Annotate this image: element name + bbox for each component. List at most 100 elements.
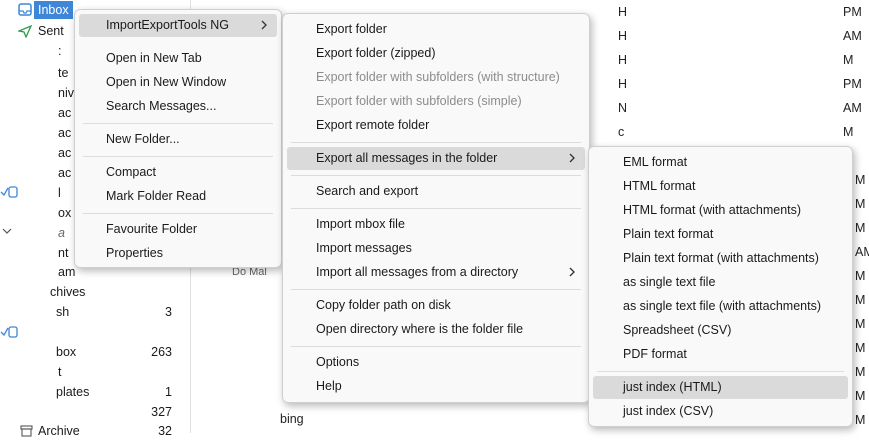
menu-item-label: Favourite Folder bbox=[106, 222, 198, 236]
folder-fragment: ac bbox=[58, 166, 72, 180]
menu-item-single-text-file[interactable]: as single text file bbox=[593, 271, 848, 294]
menu-separator bbox=[597, 371, 844, 372]
chevron-down-icon[interactable] bbox=[2, 226, 12, 236]
menu-separator bbox=[291, 142, 581, 143]
message-time: M bbox=[855, 293, 866, 307]
message-time: PM bbox=[843, 77, 862, 91]
menu-item-label: Help bbox=[316, 379, 342, 393]
menu-item-label: Export remote folder bbox=[316, 118, 430, 132]
folder-inbox-2[interactable]: box 263 bbox=[0, 342, 190, 362]
menu-item-pdf-format[interactable]: PDF format bbox=[593, 343, 848, 366]
chevron-right-icon bbox=[569, 267, 575, 277]
message-time: M bbox=[855, 173, 866, 187]
menu-item-label: Plain text format bbox=[623, 227, 714, 241]
menu-separator bbox=[83, 156, 273, 157]
folder-label: Sent bbox=[38, 24, 64, 38]
menu-item-open-new-window[interactable]: Open in New Window bbox=[79, 71, 277, 94]
folder-label: sh bbox=[56, 305, 70, 319]
send-icon bbox=[18, 25, 32, 38]
menu-item-compact[interactable]: Compact bbox=[79, 161, 277, 184]
message-time: M bbox=[855, 341, 866, 355]
message-sender: H bbox=[618, 29, 628, 43]
message-sender: H bbox=[618, 77, 628, 91]
menu-item-label: Open directory where is the folder file bbox=[316, 322, 524, 336]
archive-icon bbox=[20, 425, 33, 437]
menu-item-label: New Folder... bbox=[106, 132, 180, 146]
importexporttools-submenu: Export folder Export folder (zipped) Exp… bbox=[282, 13, 590, 403]
menu-separator bbox=[291, 208, 581, 209]
folder-archive[interactable]: Archive 32 bbox=[0, 421, 190, 441]
menu-item-search-messages[interactable]: Search Messages... bbox=[79, 95, 277, 118]
message-subject: bing bbox=[280, 412, 304, 426]
folder-fragment: l bbox=[58, 186, 61, 200]
menu-item-label: Export folder with subfolders (with stru… bbox=[316, 70, 560, 84]
folder-trash[interactable]: sh 3 bbox=[0, 302, 190, 322]
menu-item-export-subfolders-simple[interactable]: Export folder with subfolders (simple) bbox=[287, 90, 585, 113]
message-sender: c bbox=[618, 125, 625, 139]
menu-item-label: ImportExportTools NG bbox=[106, 18, 229, 32]
menu-item-label: Open in New Tab bbox=[106, 51, 202, 65]
menu-item-help[interactable]: Help bbox=[287, 375, 585, 398]
menu-item-plain-text-attachments[interactable]: Plain text format (with attachments) bbox=[593, 247, 848, 270]
menu-item-options[interactable]: Options bbox=[287, 351, 585, 374]
menu-item-label: Spreadsheet (CSV) bbox=[623, 323, 732, 337]
menu-item-mark-folder-read[interactable]: Mark Folder Read bbox=[79, 185, 277, 208]
folder-count: 1 bbox=[165, 385, 172, 399]
menu-item-just-index-html[interactable]: just index (HTML) bbox=[593, 376, 848, 399]
menu-item-label: Search Messages... bbox=[106, 99, 217, 113]
folder-archives[interactable]: chives bbox=[0, 282, 190, 302]
menu-item-import-mbox[interactable]: Import mbox file bbox=[287, 213, 585, 236]
folder-row-partial[interactable]: 327 bbox=[0, 402, 190, 422]
menu-item-label: PDF format bbox=[623, 347, 687, 361]
menu-item-label: Copy folder path on disk bbox=[316, 298, 451, 312]
menu-item-export-folder[interactable]: Export folder bbox=[287, 18, 585, 41]
menu-item-export-remote-folder[interactable]: Export remote folder bbox=[287, 114, 585, 137]
menu-item-new-folder[interactable]: New Folder... bbox=[79, 128, 277, 151]
menu-item-import-messages[interactable]: Import messages bbox=[287, 237, 585, 260]
chevron-right-icon bbox=[261, 20, 267, 30]
menu-item-label: just index (CSV) bbox=[623, 404, 714, 418]
folder-fragment: ox bbox=[58, 206, 72, 220]
menu-item-favourite-folder[interactable]: Favourite Folder bbox=[79, 218, 277, 241]
menu-item-export-subfolders-structure[interactable]: Export folder with subfolders (with stru… bbox=[287, 66, 585, 89]
menu-item-label: Options bbox=[316, 355, 360, 369]
menu-item-importexporttools[interactable]: ImportExportTools NG bbox=[79, 14, 277, 37]
menu-item-search-and-export[interactable]: Search and export bbox=[287, 180, 585, 203]
menu-item-plain-text-format[interactable]: Plain text format bbox=[593, 223, 848, 246]
folder-row-partial[interactable]: t bbox=[0, 362, 190, 382]
menu-separator bbox=[83, 123, 273, 124]
folder-count: 327 bbox=[151, 405, 172, 419]
menu-item-label: as single text file bbox=[623, 275, 716, 289]
menu-item-export-all-messages[interactable]: Export all messages in the folder bbox=[287, 147, 585, 170]
folder-context-menu: ImportExportTools NG Open in New Tab Ope… bbox=[74, 9, 282, 268]
folder-count: 263 bbox=[151, 345, 172, 359]
menu-item-export-folder-zipped[interactable]: Export folder (zipped) bbox=[287, 42, 585, 65]
folder-fragment: niv bbox=[58, 86, 74, 100]
menu-item-html-format[interactable]: HTML format bbox=[593, 175, 848, 198]
menu-item-properties[interactable]: Properties bbox=[79, 242, 277, 265]
menu-item-copy-folder-path[interactable]: Copy folder path on disk bbox=[287, 294, 585, 317]
menu-item-import-from-directory[interactable]: Import all messages from a directory bbox=[287, 261, 585, 284]
message-time: M bbox=[855, 269, 866, 283]
menu-item-label: as single text file (with attachments) bbox=[623, 299, 821, 313]
menu-item-single-text-file-attachments[interactable]: as single text file (with attachments) bbox=[593, 295, 848, 318]
menu-item-label: Plain text format (with attachments) bbox=[623, 251, 819, 265]
menu-item-open-new-tab[interactable]: Open in New Tab bbox=[79, 47, 277, 70]
menu-item-just-index-csv[interactable]: just index (CSV) bbox=[593, 400, 848, 423]
menu-item-label: Import all messages from a directory bbox=[316, 265, 519, 279]
folder-fragment: ac bbox=[58, 146, 72, 160]
menu-item-html-format-attachments[interactable]: HTML format (with attachments) bbox=[593, 199, 848, 222]
menu-item-open-directory[interactable]: Open directory where is the folder file bbox=[287, 318, 585, 341]
message-time: M bbox=[855, 197, 866, 211]
message-time: M bbox=[855, 221, 866, 235]
folder-label: Archive bbox=[38, 424, 80, 438]
menu-separator bbox=[83, 213, 273, 214]
message-time: M bbox=[855, 413, 866, 427]
menu-item-label: Compact bbox=[106, 165, 157, 179]
menu-item-label: EML format bbox=[623, 155, 688, 169]
menu-item-label: Search and export bbox=[316, 184, 419, 198]
folder-label: box bbox=[56, 345, 77, 359]
menu-item-spreadsheet-csv[interactable]: Spreadsheet (CSV) bbox=[593, 319, 848, 342]
folder-templates[interactable]: plates 1 bbox=[0, 382, 190, 402]
menu-item-eml-format[interactable]: EML format bbox=[593, 151, 848, 174]
